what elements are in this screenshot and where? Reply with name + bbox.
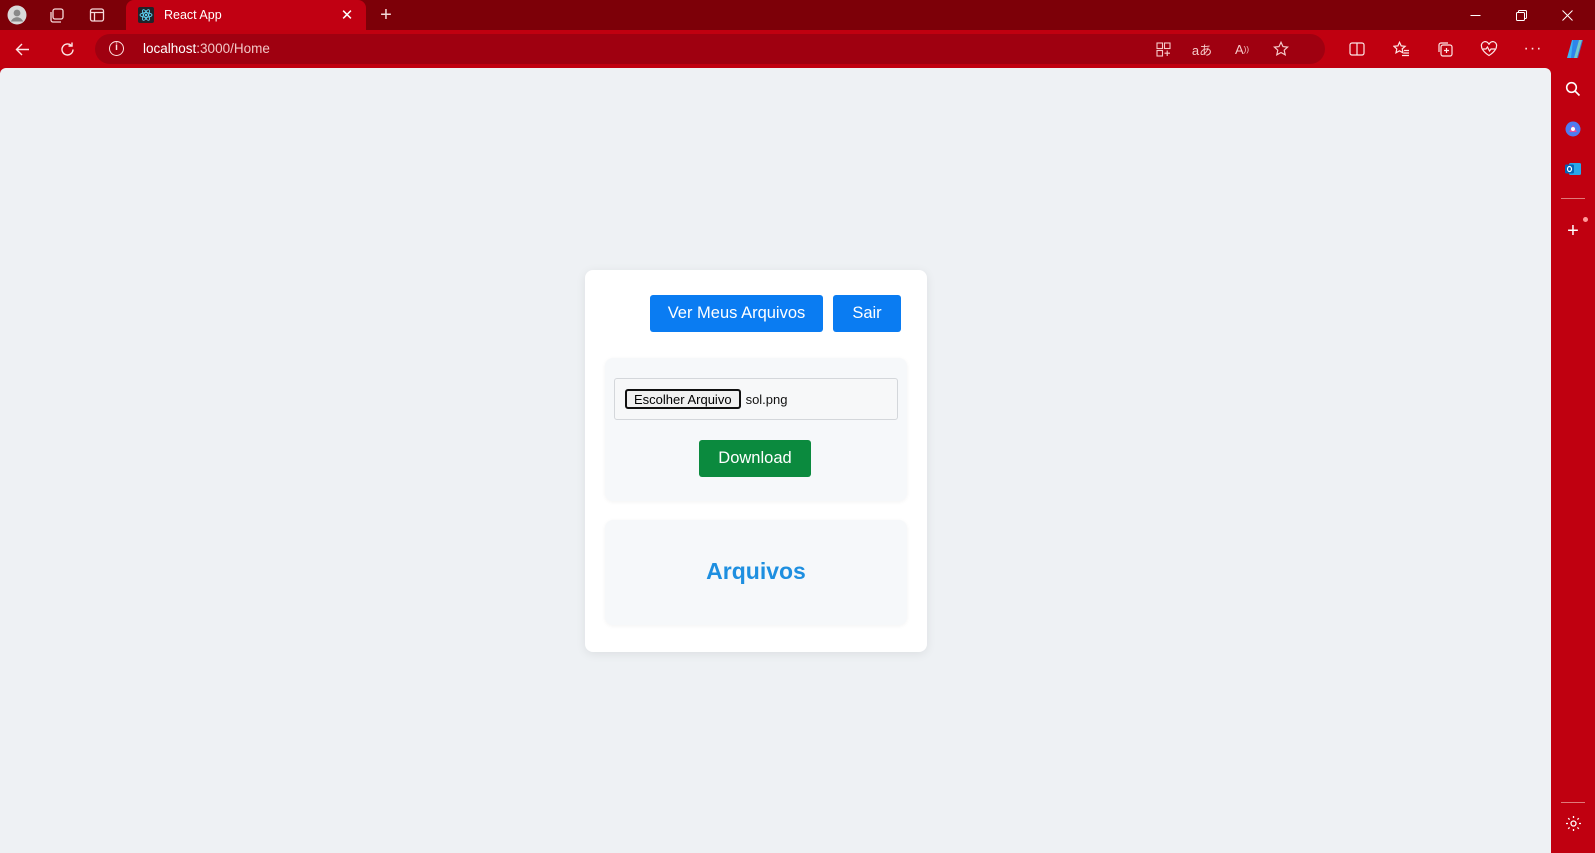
logout-button[interactable]: Sair	[833, 295, 901, 332]
page-viewport: Ver Meus Arquivos Sair Escolher Arquivo …	[0, 68, 1551, 853]
tab-title: React App	[164, 8, 222, 22]
bing-copilot-icon[interactable]	[1559, 116, 1587, 142]
split-screen-icon[interactable]	[1341, 34, 1373, 64]
back-icon[interactable]	[6, 34, 38, 64]
settings-gear-icon[interactable]	[1559, 810, 1587, 836]
selected-file-name: sol.png	[745, 391, 788, 407]
add-sidebar-app-icon[interactable]: +	[1559, 218, 1587, 244]
notification-dot	[1583, 217, 1588, 222]
navigation-bar: i localhost:3000/Home aあ A)) ···	[0, 30, 1595, 68]
more-options-icon[interactable]: ···	[1517, 34, 1549, 64]
copilot-icon[interactable]	[1560, 34, 1592, 64]
sidebar-divider	[1561, 198, 1585, 199]
refresh-icon[interactable]	[51, 34, 83, 64]
workspaces-icon[interactable]	[41, 3, 71, 27]
browser-sidebar: +	[1551, 68, 1595, 853]
choose-file-button[interactable]: Escolher Arquivo	[625, 389, 741, 409]
upload-panel: Escolher Arquivo sol.png Download	[605, 358, 907, 501]
view-my-files-button[interactable]: Ver Meus Arquivos	[650, 295, 823, 332]
translate-icon[interactable]: aあ	[1191, 39, 1213, 59]
react-icon	[138, 7, 154, 23]
browser-essentials-icon[interactable]	[1473, 34, 1505, 64]
files-panel: Arquivos	[605, 520, 907, 625]
close-window-icon[interactable]	[1544, 0, 1590, 30]
search-icon[interactable]	[1559, 76, 1587, 102]
collections-icon[interactable]	[1429, 34, 1461, 64]
favorites-icon[interactable]	[1385, 34, 1417, 64]
read-aloud-icon[interactable]: A))	[1231, 39, 1253, 59]
sidebar-divider-bottom	[1561, 802, 1585, 803]
app-available-icon[interactable]	[1152, 39, 1174, 59]
outlook-icon[interactable]	[1559, 156, 1587, 182]
profile-avatar-icon[interactable]	[2, 3, 32, 27]
download-button[interactable]: Download	[699, 440, 811, 477]
tab-strip: React App ✕ +	[0, 0, 1595, 30]
favorite-star-icon[interactable]	[1270, 39, 1292, 59]
tab-react-app[interactable]: React App ✕	[126, 0, 366, 30]
file-input[interactable]: Escolher Arquivo sol.png	[614, 378, 898, 420]
tab-actions-icon[interactable]	[82, 3, 112, 27]
url-text[interactable]: localhost:3000/Home	[143, 41, 270, 56]
restore-icon[interactable]	[1498, 0, 1544, 30]
site-info-icon[interactable]: i	[109, 41, 124, 56]
minimize-icon[interactable]	[1452, 0, 1498, 30]
new-tab-icon[interactable]: +	[371, 3, 401, 27]
tab-close-icon[interactable]: ✕	[336, 4, 358, 26]
main-card: Ver Meus Arquivos Sair Escolher Arquivo …	[585, 270, 927, 652]
address-bar[interactable]: i localhost:3000/Home aあ A))	[95, 34, 1325, 64]
files-section-title: Arquivos	[706, 558, 806, 584]
